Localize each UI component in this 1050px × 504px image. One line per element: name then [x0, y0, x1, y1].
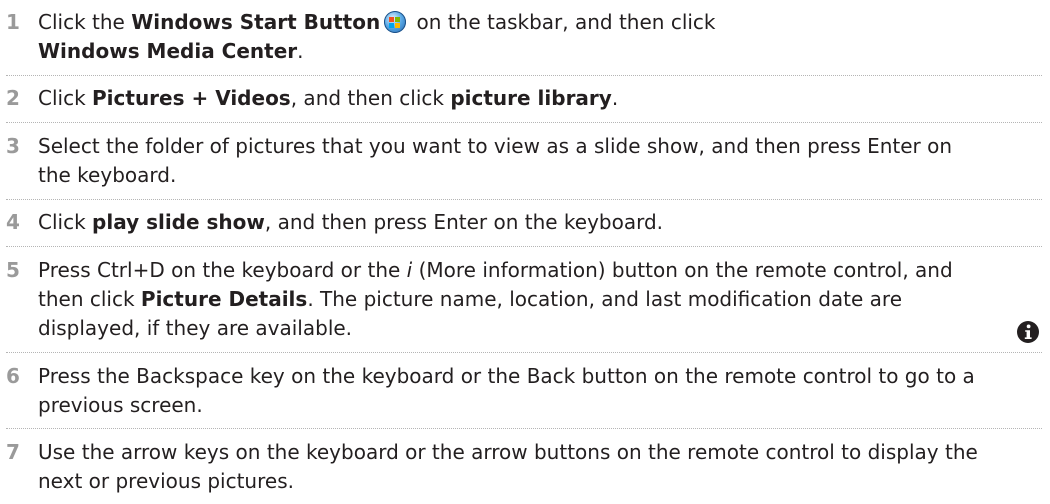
info-icon — [1017, 321, 1039, 343]
divider — [6, 75, 1042, 76]
step-number: 2 — [6, 86, 20, 110]
step-number: 7 — [6, 440, 20, 464]
divider — [6, 122, 1042, 123]
windows-start-button-label: Windows Start Button — [131, 10, 381, 34]
step-text: Press the Backspace key on the keyboard … — [38, 364, 975, 417]
step-number: 5 — [6, 258, 20, 282]
play-slide-show-label: play slide show — [92, 210, 265, 234]
step-number: 4 — [6, 210, 20, 234]
step-text: Press Ctrl+D on the keyboard or the i (M… — [38, 258, 953, 340]
step-text: Select the folder of pictures that you w… — [38, 134, 953, 187]
step-text: Click the Windows Start Button on the ta… — [38, 10, 716, 63]
step-number: 3 — [6, 134, 20, 158]
divider — [6, 246, 1042, 247]
pictures-videos-label: Pictures + Videos — [92, 86, 291, 110]
picture-details-label: Picture Details — [140, 287, 308, 311]
divider — [6, 352, 1042, 353]
divider — [6, 199, 1042, 200]
picture-library-label: picture library — [450, 86, 612, 110]
divider — [6, 428, 1042, 429]
step-text: Use the arrow keys on the keyboard or th… — [38, 440, 978, 493]
step-number: 1 — [6, 10, 20, 34]
windows-media-center-label: Windows Media Center — [38, 39, 298, 63]
step-text: Click play slide show, and then press En… — [38, 210, 664, 234]
step-text: Click Pictures + Videos, and then click … — [38, 86, 619, 110]
windows-start-orb-icon — [384, 11, 407, 33]
step-number: 6 — [6, 364, 20, 388]
